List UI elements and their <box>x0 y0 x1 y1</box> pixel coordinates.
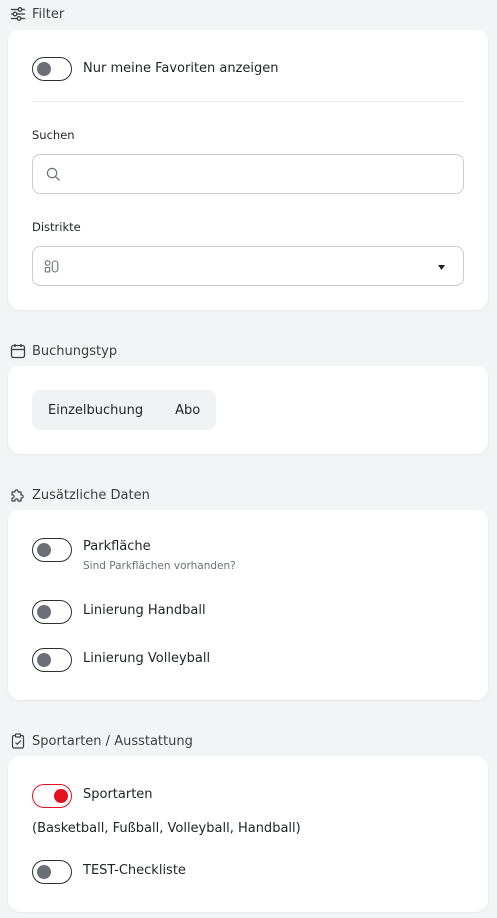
test-checkliste-label: TEST-Checkliste <box>83 863 186 878</box>
parkflaeche-toggle[interactable] <box>32 538 72 562</box>
toggle-knob <box>37 604 51 619</box>
booking-option-einzelbuchung[interactable]: Einzelbuchung <box>32 403 159 418</box>
toggle-knob <box>54 788 68 803</box>
divider <box>32 101 464 102</box>
sportarten-detail: (Basketball, Fußball, Volleyball, Handba… <box>32 821 301 836</box>
district-select[interactable] <box>32 246 464 286</box>
district-label: Distrikte <box>32 220 81 234</box>
sportarten-label: Sportarten <box>83 787 153 802</box>
search-label: Suchen <box>32 128 75 142</box>
toggle-knob <box>37 61 51 76</box>
test-checkliste-toggle[interactable] <box>32 860 72 884</box>
extra-title: Zusätzliche Daten <box>32 487 150 503</box>
linierung-volleyball-toggle[interactable] <box>32 648 72 672</box>
booking-title: Buchungstyp <box>32 343 118 359</box>
parkflaeche-label: Parkfläche <box>83 539 151 554</box>
calendar-icon <box>10 344 26 359</box>
favorites-label: Nur meine Favoriten anzeigen <box>83 61 279 76</box>
booking-type-selector: Einzelbuchung Abo <box>32 390 217 430</box>
sports-card: Sportarten (Basketball, Fußball, Volleyb… <box>8 756 488 912</box>
search-input[interactable] <box>32 154 464 194</box>
sports-title: Sportarten / Ausstattung <box>32 733 193 749</box>
toggle-knob <box>37 864 51 879</box>
booking-card: Einzelbuchung Abo <box>8 366 488 454</box>
sports-header: Sportarten / Ausstattung <box>10 733 193 749</box>
search-icon <box>46 167 61 182</box>
district-icon <box>44 260 59 273</box>
extra-header: Zusätzliche Daten <box>10 487 150 503</box>
clipboard-check-icon <box>11 733 25 749</box>
filter-card: Nur meine Favoriten anzeigen Suchen Dist… <box>8 30 488 310</box>
booking-header: Buchungstyp <box>10 343 117 359</box>
extra-card: Parkfläche Sind Parkflächen vorhanden? L… <box>8 510 488 700</box>
toggle-knob <box>37 542 51 557</box>
sportarten-toggle[interactable] <box>32 784 72 808</box>
puzzle-icon <box>11 489 24 502</box>
linierung-handball-toggle[interactable] <box>32 600 72 624</box>
linierung-volleyball-label: Linierung Volleyball <box>83 651 211 666</box>
filter-header: Filter <box>10 6 64 22</box>
parkflaeche-sublabel: Sind Parkflächen vorhanden? <box>83 560 236 572</box>
favorites-toggle[interactable] <box>32 57 72 81</box>
filter-title: Filter <box>32 6 65 22</box>
booking-option-abo[interactable]: Abo <box>159 403 216 418</box>
caret-down-icon <box>438 265 445 270</box>
sliders-icon <box>11 7 25 21</box>
linierung-handball-label: Linierung Handball <box>83 603 206 618</box>
toggle-knob <box>37 652 51 667</box>
